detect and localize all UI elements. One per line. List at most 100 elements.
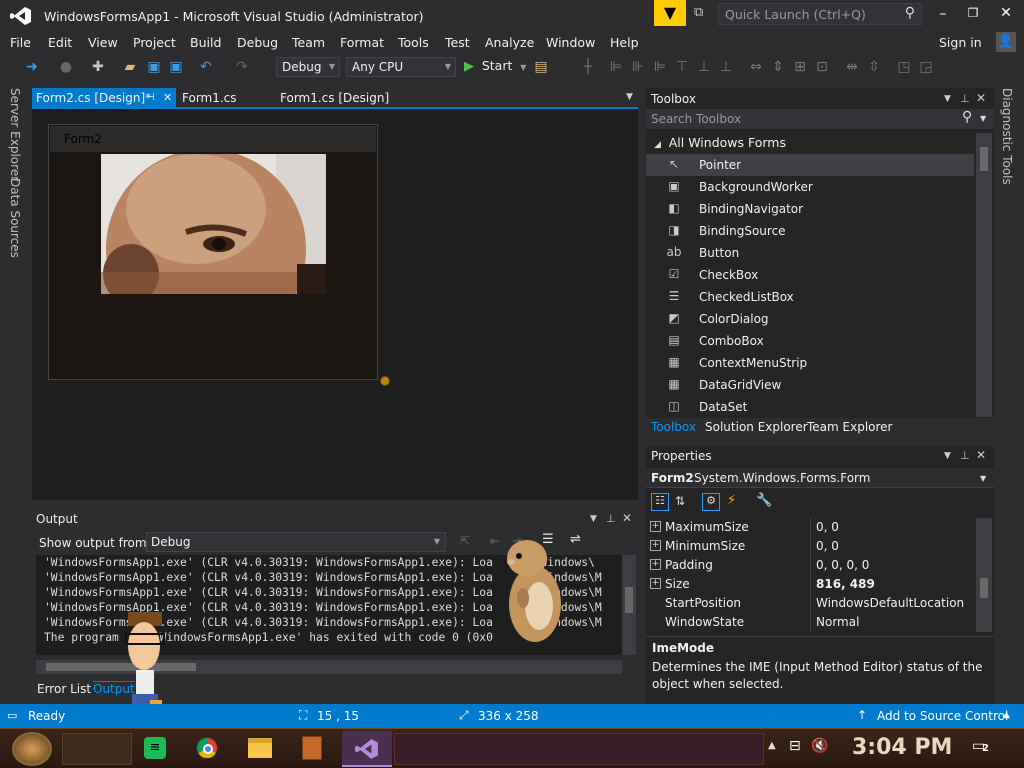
restore-button[interactable]: ❐ <box>965 6 981 22</box>
vertical-spacing-icon[interactable]: ⇳ <box>866 59 882 75</box>
property-grid-scrollbar[interactable] <box>976 518 992 632</box>
tab-overflow-dropdown-icon[interactable]: ▼ <box>626 92 633 102</box>
tab-error-list[interactable]: Error List <box>37 682 91 696</box>
size-to-grid-icon[interactable]: ⊡ <box>814 59 830 75</box>
navigate-forward-icon[interactable]: ● <box>58 59 74 75</box>
output-vertical-scrollbar[interactable] <box>622 555 636 655</box>
form-resize-handle[interactable] <box>380 376 390 386</box>
add-to-source-control-button[interactable]: Add to Source Control <box>877 709 1008 723</box>
toolbox-group-header[interactable]: ◢ All Windows Forms <box>654 135 786 150</box>
toolbox-item[interactable]: ab Button <box>646 242 974 264</box>
pin-icon[interactable]: ⊥ <box>960 449 970 462</box>
open-file-icon[interactable]: ▰ <box>122 59 138 75</box>
toolbox-item[interactable]: ☰ CheckedListBox <box>646 286 974 308</box>
diagnostic-tools-tab[interactable]: Diagnostic Tools <box>1000 88 1014 185</box>
menu-window[interactable]: Window <box>546 35 595 50</box>
menu-file[interactable]: File <box>10 35 31 50</box>
align-lefts-icon[interactable]: ⊫ <box>608 59 624 75</box>
property-value[interactable]: WindowsDefaultLocation <box>816 594 964 613</box>
property-row[interactable]: WindowState Normal <box>646 613 976 632</box>
toolbox-item[interactable]: ◩ ColorDialog <box>646 308 974 330</box>
close-icon[interactable]: ✕ <box>976 91 986 105</box>
show-hidden-icons-icon[interactable]: ▲ <box>768 740 776 751</box>
menu-help[interactable]: Help <box>610 35 639 50</box>
server-explorer-tab[interactable]: Server Explorer <box>8 88 22 181</box>
expand-plus-icon[interactable]: + <box>650 521 661 532</box>
bring-to-front-icon[interactable]: ◳ <box>896 59 912 75</box>
toolbox-item[interactable]: ◨ BindingSource <box>646 220 974 242</box>
toolbox-search-input[interactable]: Search Toolbox ⚲ ▼ <box>646 109 994 129</box>
property-row[interactable]: + MinimumSize 0, 0 <box>646 537 976 556</box>
find-in-files-icon[interactable]: ▤ <box>533 59 549 75</box>
pin-icon[interactable]: ⊣ <box>146 88 155 108</box>
toolbox-item[interactable]: ▤ ComboBox <box>646 330 974 352</box>
file-explorer-app-icon[interactable] <box>248 738 272 758</box>
property-row[interactable]: + MaximumSize 0, 0 <box>646 518 976 537</box>
redo-icon[interactable]: ↷ <box>234 59 250 75</box>
properties-object-selector[interactable]: Form2 System.Windows.Forms.Form ▼ <box>646 468 994 488</box>
property-value[interactable]: 0, 0 <box>816 537 839 556</box>
navigate-back-icon[interactable]: ➜ <box>24 59 40 75</box>
tab-solution-explorer[interactable]: Solution Explorer <box>705 420 808 434</box>
tab-team-explorer[interactable]: Team Explorer <box>807 420 893 434</box>
media-app-icon[interactable] <box>302 736 322 760</box>
align-rights-icon[interactable]: ⊫ <box>652 59 668 75</box>
output-source-dropdown[interactable]: Debug ▼ <box>146 532 446 552</box>
action-center-icon[interactable]: ▭ 2 <box>972 738 994 758</box>
toolbox-item[interactable]: ◫ DataSet <box>646 396 974 418</box>
menu-analyze[interactable]: Analyze <box>485 35 534 50</box>
property-value[interactable]: 0, 0 <box>816 518 839 537</box>
save-all-icon[interactable]: ▣ <box>168 59 184 75</box>
close-icon[interactable]: ✕ <box>622 511 632 525</box>
chevron-down-icon[interactable]: ▼ <box>590 514 597 524</box>
align-grid-icon[interactable]: ┼ <box>580 59 596 75</box>
account-avatar-icon[interactable]: 👤 <box>996 32 1016 52</box>
property-row[interactable]: StartPosition WindowsDefaultLocation <box>646 594 976 613</box>
menu-test[interactable]: Test <box>445 35 470 50</box>
toolbox-item[interactable]: ◧ BindingNavigator <box>646 198 974 220</box>
menu-build[interactable]: Build <box>190 35 221 50</box>
spotify-app-icon[interactable]: ≡ <box>144 737 166 759</box>
expand-plus-icon[interactable]: + <box>650 578 661 589</box>
toolbox-scrollbar[interactable] <box>976 133 992 417</box>
previous-message-icon[interactable]: ⇤ <box>490 534 500 548</box>
chrome-app-icon[interactable] <box>196 737 218 759</box>
undo-icon[interactable]: ↶ <box>198 59 214 75</box>
notifications-icon[interactable]: ⧉ <box>694 5 710 21</box>
word-wrap-icon[interactable]: ⇌ <box>570 532 581 547</box>
make-same-size-icon[interactable]: ⊞ <box>792 59 808 75</box>
solution-platform-dropdown[interactable]: Any CPU ▼ <box>346 57 456 77</box>
picture-box[interactable] <box>101 154 326 294</box>
new-project-icon[interactable]: ✚ <box>90 59 106 75</box>
align-tops-icon[interactable]: ⊤ <box>674 59 690 75</box>
property-value[interactable]: 816, 489 <box>816 575 875 594</box>
close-icon[interactable]: ✕ <box>976 448 986 462</box>
align-bottoms-icon[interactable]: ⊥ <box>718 59 734 75</box>
property-row[interactable]: + Size 816, 489 <box>646 575 976 594</box>
solution-configuration-dropdown[interactable]: Debug ▼ <box>276 57 340 77</box>
chevron-down-icon[interactable]: ▼ <box>944 451 951 461</box>
toolbox-item[interactable]: ▣ BackgroundWorker <box>646 176 974 198</box>
tab-form1-code[interactable]: Form1.cs <box>178 88 268 108</box>
toolbox-item[interactable]: ↖ Pointer <box>646 154 974 176</box>
data-sources-tab[interactable]: Data Sources <box>8 178 22 258</box>
find-message-icon[interactable]: ⇱ <box>460 534 470 548</box>
pin-icon[interactable]: ⊥ <box>606 512 616 525</box>
align-centers-icon[interactable]: ⊪ <box>630 59 646 75</box>
tab-form2-design[interactable]: Form2.cs [Design]* ⊣ ✕ <box>32 88 176 108</box>
close-tab-icon[interactable]: ✕ <box>163 88 172 108</box>
properties-view-icon[interactable]: ⚙ <box>702 493 720 511</box>
make-same-width-icon[interactable]: ⇔ <box>748 59 764 75</box>
tab-toolbox[interactable]: Toolbox <box>651 420 696 434</box>
menu-format[interactable]: Format <box>340 35 384 50</box>
clock[interactable]: 3:04 PM <box>852 735 952 760</box>
minimize-button[interactable]: – <box>935 6 951 22</box>
quick-launch-input[interactable]: Quick Launch (Ctrl+Q) ⚲ <box>718 3 922 25</box>
property-pages-wrench-icon[interactable]: 🔧 <box>756 493 772 508</box>
property-value[interactable]: Normal <box>816 613 859 632</box>
volume-muted-icon[interactable]: 🔇 <box>811 738 828 754</box>
property-value[interactable]: 0, 0, 0, 0 <box>816 556 869 575</box>
expand-plus-icon[interactable]: + <box>650 559 661 570</box>
expand-plus-icon[interactable]: + <box>650 540 661 551</box>
send-to-back-icon[interactable]: ◲ <box>918 59 934 75</box>
